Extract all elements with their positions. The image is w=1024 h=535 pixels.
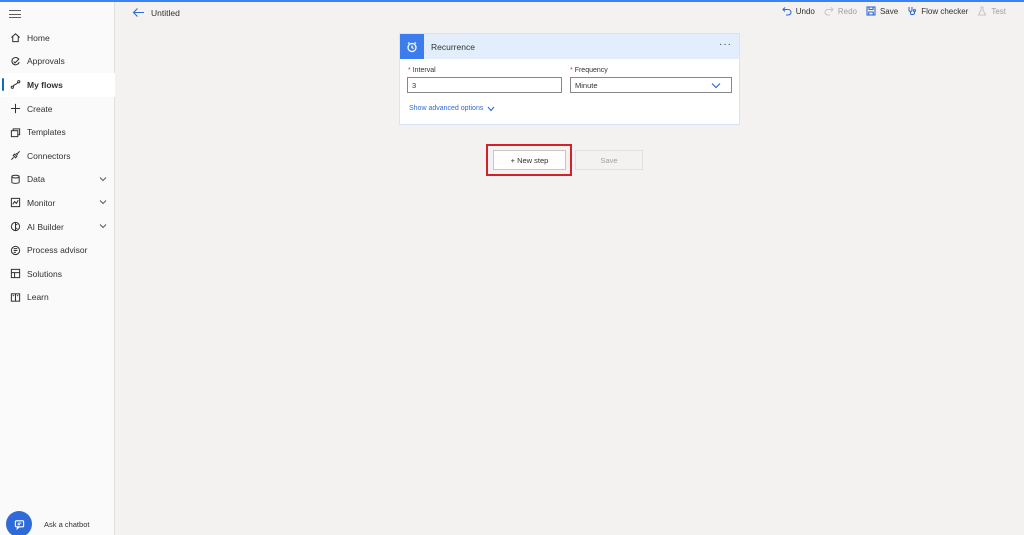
- flow-title[interactable]: Untitled: [151, 8, 180, 18]
- show-advanced-options-link[interactable]: Show advanced options: [409, 105, 495, 112]
- hamburger-menu-icon[interactable]: [9, 8, 21, 20]
- redo-button[interactable]: Redo: [824, 6, 857, 16]
- templates-icon: [10, 127, 21, 138]
- sidebar-item-label: Templates: [27, 127, 66, 138]
- flows-icon: [10, 79, 21, 90]
- sidebar-item-process-advisor[interactable]: Process advisor: [0, 238, 115, 262]
- monitor-icon: [10, 197, 21, 208]
- chevron-down-icon[interactable]: [99, 198, 107, 206]
- sidebar-item-ai-builder[interactable]: AI Builder: [0, 215, 115, 239]
- required-mark: *: [408, 67, 411, 74]
- command-group: Undo Redo Save Flow checker Test: [781, 6, 1006, 16]
- new-step-button[interactable]: + New step: [493, 150, 566, 170]
- chevron-down-icon[interactable]: [99, 175, 107, 183]
- frequency-dropdown[interactable]: Minute: [570, 77, 732, 93]
- solutions-icon: [10, 268, 21, 279]
- sidebar-item-connectors[interactable]: Connectors: [0, 144, 115, 168]
- undo-button[interactable]: Undo: [781, 6, 815, 16]
- chatbot-label[interactable]: Ask a chatbot: [44, 520, 89, 529]
- sidebar-item-label: Home: [27, 32, 50, 43]
- sidebar-item-label: Approvals: [27, 56, 65, 67]
- sidebar-item-learn[interactable]: Learn: [0, 286, 115, 310]
- back-arrow-icon[interactable]: [132, 6, 145, 19]
- sidebar-item-label: Process advisor: [27, 245, 88, 256]
- chatbot-launcher[interactable]: Ask a chatbot: [6, 511, 89, 535]
- frequency-label: * Frequency: [570, 67, 608, 74]
- frequency-label-text: Frequency: [574, 67, 608, 74]
- sidebar: Home Approvals My flows Create Templates…: [0, 2, 115, 535]
- test-button[interactable]: Test: [977, 6, 1006, 16]
- alarm-clock-icon: [400, 34, 424, 59]
- sidebar-item-label: Learn: [27, 292, 49, 303]
- sidebar-item-templates[interactable]: Templates: [0, 120, 115, 144]
- more-options-icon[interactable]: ···: [719, 39, 732, 50]
- database-icon: [10, 174, 21, 185]
- sidebar-nav: Home Approvals My flows Create Templates…: [0, 26, 115, 309]
- save-command-label: Save: [879, 6, 899, 16]
- sidebar-item-label: Create: [27, 103, 53, 114]
- test-label: Test: [991, 6, 1006, 16]
- approvals-icon: [10, 56, 21, 67]
- sidebar-item-my-flows[interactable]: My flows: [0, 73, 115, 97]
- sidebar-item-data[interactable]: Data: [0, 168, 115, 192]
- flask-icon: [977, 6, 987, 16]
- sidebar-item-label: Data: [27, 174, 45, 185]
- save-icon: [866, 6, 876, 16]
- redo-icon: [824, 7, 834, 16]
- chevron-down-icon[interactable]: [99, 222, 107, 230]
- sidebar-item-label: AI Builder: [27, 221, 64, 232]
- interval-label: * Interval: [408, 67, 436, 74]
- save-command-button[interactable]: Save: [866, 6, 898, 16]
- undo-label: Undo: [795, 6, 815, 16]
- flow-checker-label: Flow checker: [921, 6, 969, 16]
- required-mark: *: [570, 67, 573, 74]
- sidebar-item-solutions[interactable]: Solutions: [0, 262, 115, 286]
- interval-input[interactable]: 3: [407, 77, 562, 93]
- chevron-down-icon: [487, 106, 495, 111]
- ai-builder-icon: [10, 221, 21, 232]
- sidebar-item-approvals[interactable]: Approvals: [0, 50, 115, 74]
- recurrence-trigger-card: Recurrence ··· * Interval 3 * Frequency …: [399, 33, 740, 125]
- sidebar-item-label: Monitor: [27, 197, 56, 208]
- interval-value: 3: [412, 81, 417, 90]
- interval-label-text: Interval: [412, 67, 436, 74]
- stethoscope-icon: [908, 7, 917, 16]
- frequency-value: Minute: [575, 81, 598, 90]
- sidebar-item-label: Solutions: [27, 268, 62, 279]
- sidebar-item-label: My flows: [27, 79, 63, 90]
- advanced-options-label: Show advanced options: [409, 105, 484, 112]
- book-icon: [10, 292, 21, 303]
- command-bar: Untitled Undo Redo Save Flow checker Tes…: [116, 2, 1024, 24]
- sidebar-item-monitor[interactable]: Monitor: [0, 191, 115, 215]
- chevron-down-icon: [711, 82, 721, 89]
- plus-icon: [10, 103, 21, 114]
- card-header[interactable]: Recurrence ···: [400, 34, 739, 59]
- sidebar-item-label: Connectors: [27, 150, 71, 161]
- save-button[interactable]: Save: [575, 150, 643, 170]
- undo-icon: [781, 7, 792, 16]
- sidebar-item-create[interactable]: Create: [0, 97, 115, 121]
- redo-label: Redo: [837, 6, 857, 16]
- connectors-icon: [10, 150, 21, 161]
- home-icon: [10, 32, 21, 43]
- process-advisor-icon: [10, 245, 21, 256]
- chatbot-icon[interactable]: [6, 511, 32, 535]
- card-title[interactable]: Recurrence: [431, 42, 475, 52]
- flow-checker-button[interactable]: Flow checker: [907, 6, 968, 16]
- sidebar-item-home[interactable]: Home: [0, 26, 115, 50]
